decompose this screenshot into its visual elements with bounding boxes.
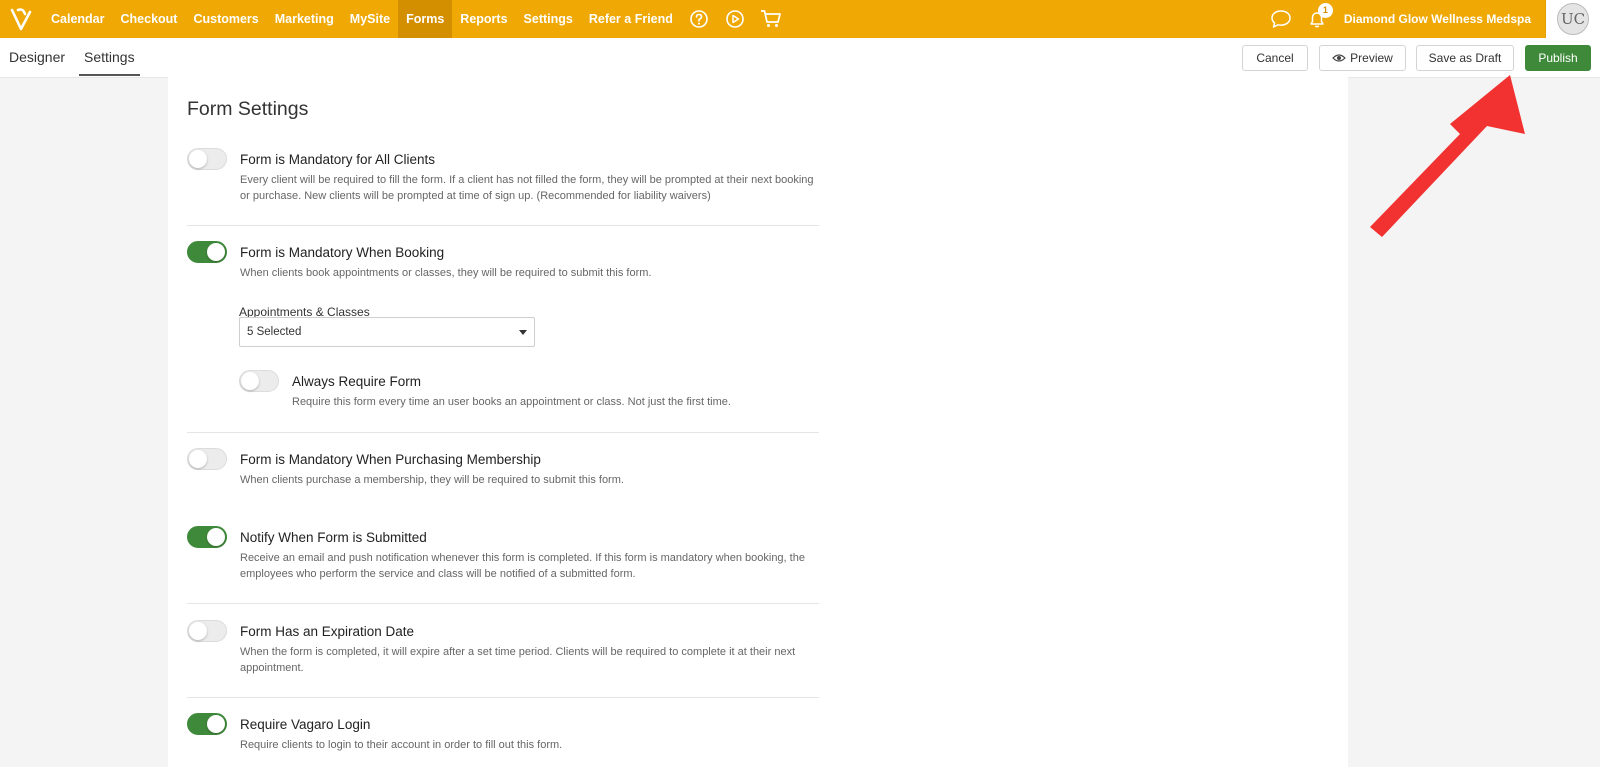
help-icon[interactable] — [681, 0, 717, 38]
cart-icon[interactable] — [753, 0, 789, 38]
nav-mysite[interactable]: MySite — [342, 0, 398, 38]
setting-title: Notify When Form is Submitted — [240, 530, 427, 545]
setting-title: Form is Mandatory When Purchasing Member… — [240, 452, 541, 467]
cancel-button[interactable]: Cancel — [1242, 45, 1308, 71]
select-value: 5 Selected — [247, 326, 302, 338]
setting-description: Require clients to login to their accoun… — [240, 739, 563, 751]
setting-title: Form is Mandatory for All Clients — [240, 152, 436, 167]
divider — [187, 225, 819, 226]
divider — [187, 432, 819, 433]
always-require-form-toggle[interactable] — [239, 370, 279, 392]
form-settings-panel: Form Settings Form is Mandatory for All … — [168, 77, 1348, 767]
setting-description: Receive an email and push notification w… — [240, 552, 805, 580]
mandatory-membership-toggle[interactable] — [187, 448, 227, 470]
preview-button[interactable]: Preview — [1319, 45, 1406, 71]
toggle-knob — [207, 715, 225, 733]
setting-title: Form is Mandatory When Booking — [240, 245, 445, 260]
mandatory-all-clients-toggle[interactable] — [187, 148, 227, 170]
nav-forms[interactable]: Forms — [398, 0, 453, 38]
setting-description: Require this form every time an user boo… — [292, 396, 731, 408]
account-menu[interactable]: UC — [1545, 0, 1600, 38]
play-icon[interactable] — [717, 0, 753, 38]
appointments-classes-select[interactable]: 5 Selected — [239, 317, 535, 347]
toggle-knob — [241, 372, 259, 390]
setting-title: Always Require Form — [292, 374, 422, 389]
toggle-knob — [189, 150, 207, 168]
top-navigation: Calendar Checkout Customers Marketing My… — [0, 0, 1600, 38]
avatar: UC — [1557, 3, 1589, 35]
main-nav: Calendar Checkout Customers Marketing My… — [43, 0, 789, 38]
nav-customers[interactable]: Customers — [185, 0, 266, 38]
setting-title: Form Has an Expiration Date — [240, 624, 415, 639]
setting-title: Require Vagaro Login — [240, 717, 371, 732]
eye-icon — [1332, 54, 1347, 62]
save-as-draft-button[interactable]: Save as Draft — [1416, 45, 1514, 71]
nav-marketing[interactable]: Marketing — [267, 0, 342, 38]
toggle-knob — [207, 243, 225, 261]
vagaro-logo-icon[interactable] — [6, 3, 38, 35]
setting-description: When clients book appointments or classe… — [240, 267, 652, 279]
nav-refer-a-friend[interactable]: Refer a Friend — [581, 0, 681, 38]
divider — [187, 697, 819, 698]
chat-icon[interactable] — [1266, 0, 1296, 38]
require-vagaro-login-toggle[interactable] — [187, 713, 227, 735]
toggle-knob — [189, 450, 207, 468]
notify-when-submitted-toggle[interactable] — [187, 526, 227, 548]
top-right-area: 1 Diamond Glow Wellness Medspa UC — [1266, 0, 1600, 38]
setting-description: Every client will be required to fill th… — [240, 174, 814, 202]
notifications[interactable]: 1 — [1302, 0, 1333, 38]
publish-button[interactable]: Publish — [1525, 45, 1591, 71]
setting-description: When clients purchase a membership, they… — [240, 474, 624, 486]
page-title: Form Settings — [187, 98, 309, 120]
toggle-knob — [207, 528, 225, 546]
annotation-arrow-icon — [1370, 75, 1525, 237]
tab-settings[interactable]: Settings — [79, 38, 140, 76]
mandatory-when-booking-toggle[interactable] — [187, 241, 227, 263]
nav-settings[interactable]: Settings — [516, 0, 581, 38]
toggle-knob — [189, 622, 207, 640]
notification-badge: 1 — [1317, 3, 1333, 18]
nav-reports[interactable]: Reports — [452, 0, 515, 38]
tab-designer[interactable]: Designer — [9, 38, 65, 76]
setting-description: When the form is completed, it will expi… — [240, 646, 796, 674]
expiration-date-toggle[interactable] — [187, 620, 227, 642]
nav-calendar[interactable]: Calendar — [43, 0, 113, 38]
preview-label: Preview — [1350, 51, 1393, 65]
nav-checkout[interactable]: Checkout — [113, 0, 186, 38]
divider — [187, 603, 819, 604]
business-name[interactable]: Diamond Glow Wellness Medspa — [1344, 12, 1531, 26]
caret-down-icon — [519, 330, 527, 335]
